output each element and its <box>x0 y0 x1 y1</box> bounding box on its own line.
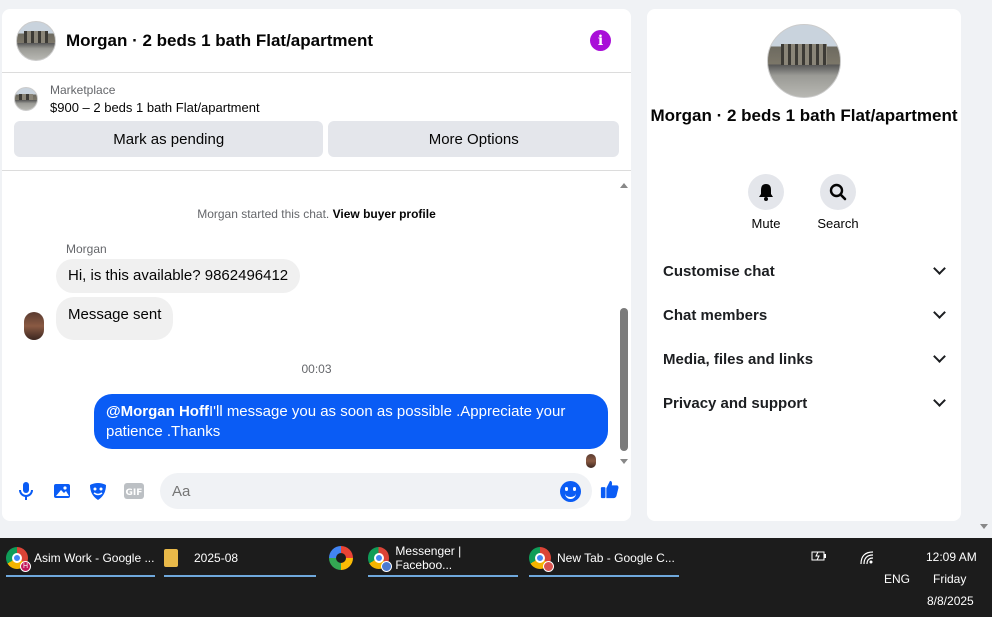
bell-icon[interactable] <box>748 174 784 210</box>
taskbar-item-label: 2025-08 <box>194 551 239 565</box>
section-customise-chat[interactable]: Customise chat <box>663 256 947 286</box>
profile-badge <box>381 561 393 572</box>
taskbar-item-messenger[interactable]: Messenger | Faceboo... <box>368 538 518 578</box>
chat-scrollbar[interactable] <box>618 180 630 470</box>
scroll-down-arrow[interactable] <box>620 459 628 464</box>
mute-label: Mute <box>751 216 781 231</box>
incoming-message[interactable]: Hi, is this available? 9862496412 <box>56 259 301 293</box>
taskbar-item-label: Asim Work - Google ... <box>34 551 155 565</box>
listing-avatar[interactable] <box>16 20 56 61</box>
sender-name: Morgan <box>66 242 107 256</box>
taskbar-item-label: New Tab - Google C... <box>557 551 675 565</box>
active-indicator <box>368 575 518 577</box>
chevron-down-icon <box>933 394 946 407</box>
chat-details-panel: Morgan · 2 beds 1 bath Flat/apartment Mu… <box>647 9 961 521</box>
active-indicator <box>6 575 155 577</box>
section-privacy-support[interactable]: Privacy and support <box>663 388 947 418</box>
chrome-icon: H <box>6 547 31 572</box>
chat-started-text: Morgan started this chat. <box>197 207 330 221</box>
view-buyer-profile-link[interactable]: View buyer profile <box>333 207 436 221</box>
listing-card: Marketplace $900 – 2 beds 1 bath Flat/ap… <box>2 73 631 171</box>
scroll-thumb[interactable] <box>620 308 628 451</box>
page-scroll-down-arrow[interactable] <box>980 524 988 529</box>
composer: GIF <box>2 471 631 511</box>
section-chat-members[interactable]: Chat members <box>663 300 947 330</box>
taskbar-item-new-tab[interactable]: New Tab - Google C... <box>529 538 679 578</box>
emoji-icon[interactable] <box>560 481 581 502</box>
taskbar-item-label: Messenger | Faceboo... <box>395 544 462 572</box>
details-title: Morgan · 2 beds 1 bath Flat/apartment <box>650 106 958 125</box>
active-indicator <box>164 575 316 577</box>
profile-badge <box>543 561 554 572</box>
more-options-button[interactable]: More Options <box>328 121 619 157</box>
incoming-message[interactable]: Message sent <box>56 297 174 340</box>
taskbar-item-asim-work[interactable]: H Asim Work - Google ... <box>6 538 155 578</box>
chevron-down-icon <box>933 306 946 319</box>
mute-action[interactable]: Mute <box>736 174 796 231</box>
listing-price-title[interactable]: $900 – 2 beds 1 bath Flat/apartment <box>50 100 260 115</box>
listing-thumbnail[interactable] <box>14 87 38 111</box>
search-action[interactable]: Search <box>808 174 868 231</box>
seen-indicator-avatar <box>586 454 596 468</box>
folder-icon <box>164 549 178 567</box>
chat-title: Morgan · 2 beds 1 bath Flat/apartment <box>66 30 373 50</box>
chat-panel: Morgan · 2 beds 1 bath Flat/apartment i … <box>2 9 631 521</box>
chat-started-notice: Morgan started this chat. View buyer pro… <box>2 207 631 221</box>
message-list: Morgan started this chat. View buyer pro… <box>2 172 631 468</box>
outgoing-message[interactable]: @Morgan HoffI'll message you as soon as … <box>94 394 608 449</box>
chevron-down-icon <box>933 350 946 363</box>
thumbs-up-icon[interactable] <box>600 479 620 499</box>
taskbar-item-folder[interactable]: 2025-08 <box>164 538 316 578</box>
listing-profile-photo[interactable] <box>767 24 841 98</box>
listing-source: Marketplace <box>50 83 116 97</box>
info-icon[interactable]: i <box>590 30 611 51</box>
chrome-icon <box>368 547 393 572</box>
profile-badge: H <box>20 561 31 572</box>
section-label: Chat members <box>663 306 768 324</box>
photo-icon[interactable] <box>52 481 72 501</box>
message-input[interactable] <box>160 473 592 509</box>
section-media-files-links[interactable]: Media, files and links <box>663 344 947 374</box>
chat-header: Morgan · 2 beds 1 bath Flat/apartment <box>2 9 631 73</box>
mark-as-pending-button[interactable]: Mark as pending <box>14 121 324 157</box>
sticker-icon[interactable] <box>88 481 108 501</box>
active-indicator <box>529 575 679 577</box>
message-timestamp: 00:03 <box>301 362 332 376</box>
microphone-icon[interactable] <box>16 481 36 501</box>
chrome-icon <box>529 547 554 572</box>
section-label: Privacy and support <box>663 394 808 412</box>
taskbar: H Asim Work - Google ... 2025-08 Messeng… <box>0 538 992 617</box>
search-icon[interactable] <box>820 174 856 210</box>
browser-app-icon[interactable] <box>329 546 353 570</box>
gif-icon[interactable]: GIF <box>124 481 144 501</box>
battery-icon[interactable] <box>809 550 827 565</box>
clock-day[interactable]: Friday <box>933 572 966 586</box>
svg-text:GIF: GIF <box>126 488 143 498</box>
clock-time[interactable]: 12:09 AM <box>926 550 977 564</box>
chevron-down-icon <box>933 262 946 275</box>
sender-avatar[interactable] <box>24 312 44 340</box>
wifi-icon[interactable] <box>860 551 874 568</box>
clock-date[interactable]: 8/8/2025 <box>927 594 974 608</box>
language-indicator[interactable]: ENG <box>884 572 910 586</box>
section-label: Media, files and links <box>663 350 814 368</box>
section-label: Customise chat <box>663 262 775 280</box>
scroll-up-arrow[interactable] <box>620 183 628 188</box>
search-label: Search <box>817 216 859 231</box>
mention[interactable]: @Morgan Hoff <box>106 403 209 420</box>
